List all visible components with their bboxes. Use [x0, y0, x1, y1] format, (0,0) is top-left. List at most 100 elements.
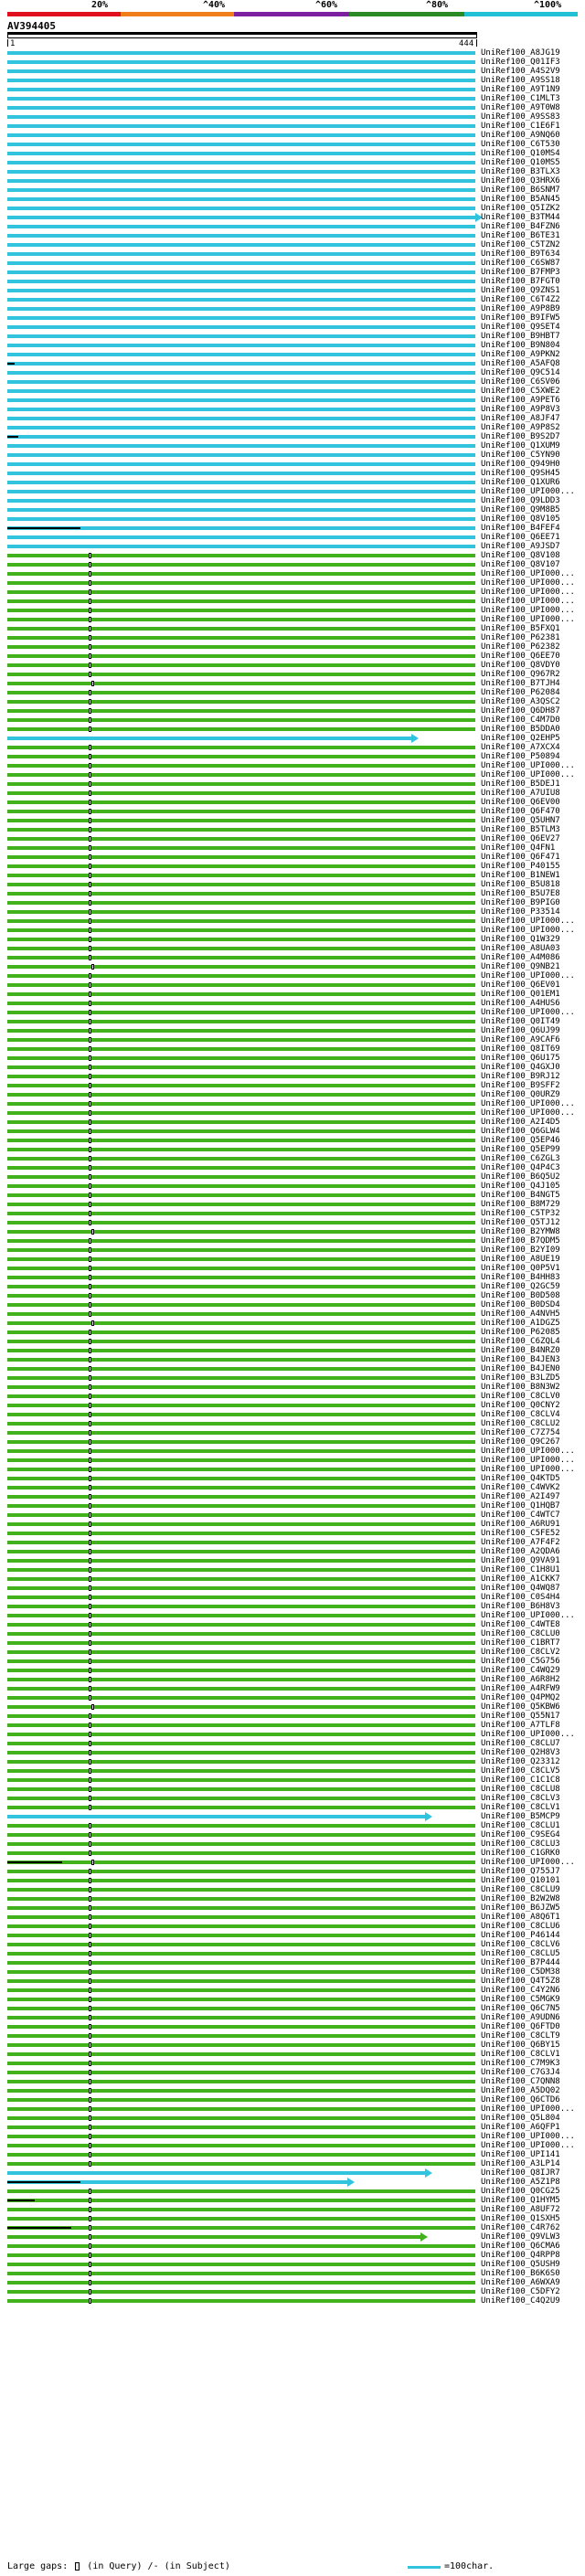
hit-alignment-bar[interactable] — [7, 1961, 475, 1965]
hit-alignment-bar[interactable] — [7, 1659, 475, 1663]
hit-alignment-bar[interactable] — [7, 270, 475, 274]
hit-alignment-bar[interactable] — [7, 1614, 475, 1617]
hit-alignment-bar[interactable] — [7, 2135, 475, 2138]
hit-label-link[interactable]: UniRef100_Q6CTD6 — [481, 2095, 560, 2104]
hit-label-link[interactable]: UniRef100_Q9C267 — [481, 1437, 560, 1447]
hit-label-link[interactable]: UniRef100_B1NEW1 — [481, 871, 560, 880]
hit-alignment-bar[interactable] — [7, 919, 475, 923]
hit-alignment-bar[interactable] — [7, 1888, 475, 1892]
hit-alignment-bar[interactable] — [7, 225, 475, 228]
hit-label-link[interactable]: UniRef100_UPI000... — [481, 1108, 575, 1118]
hit-alignment-bar[interactable] — [7, 1285, 475, 1288]
hit-alignment-bar[interactable] — [7, 344, 475, 347]
hit-label-link[interactable]: UniRef100_Q2GC59 — [481, 1282, 560, 1291]
hit-alignment-bar[interactable] — [7, 1897, 475, 1901]
hit-label-link[interactable]: UniRef100_B3LZD5 — [481, 1373, 560, 1383]
hit-label-link[interactable]: UniRef100_C5YN90 — [481, 451, 560, 460]
hit-alignment-bar[interactable] — [7, 1139, 475, 1142]
hit-label-link[interactable]: UniRef100_A9P8S2 — [481, 423, 560, 432]
hit-alignment-bar[interactable] — [7, 1257, 475, 1261]
hit-label-link[interactable]: UniRef100_Q10MS5 — [481, 158, 560, 167]
hit-alignment-bar[interactable] — [7, 1468, 475, 1471]
hit-alignment-bar[interactable] — [7, 1276, 475, 1279]
hit-label-link[interactable]: UniRef100_B0DSD4 — [481, 1300, 560, 1309]
hit-alignment-bar[interactable] — [7, 1568, 475, 1572]
hit-alignment-bar[interactable] — [7, 1979, 475, 1983]
hit-label-link[interactable]: UniRef100_Q6BY15 — [481, 2041, 560, 2050]
hit-alignment-bar[interactable] — [7, 1751, 475, 1754]
hit-label-link[interactable]: UniRef100_B9PIG0 — [481, 898, 560, 907]
hit-label-link[interactable]: UniRef100_A7XCX4 — [481, 743, 560, 752]
hit-label-link[interactable]: UniRef100_Q6DH87 — [481, 706, 560, 716]
hit-label-link[interactable]: UniRef100_C7G3J4 — [481, 2068, 560, 2077]
hit-label-link[interactable]: UniRef100_Q4P4C3 — [481, 1163, 560, 1172]
hit-alignment-bar[interactable] — [7, 179, 475, 183]
hit-label-link[interactable]: UniRef100_A8Q6T1 — [481, 1913, 560, 1922]
hit-label-link[interactable]: UniRef100_Q1XUM9 — [481, 441, 560, 451]
hit-label-link[interactable]: UniRef100_B4FEF4 — [481, 524, 560, 533]
hit-label-link[interactable]: UniRef100_UPI000... — [481, 971, 575, 981]
hit-label-link[interactable]: UniRef100_A9P8B9 — [481, 304, 560, 313]
hit-label-link[interactable]: UniRef100_Q6C7N5 — [481, 2004, 560, 2013]
hit-label-link[interactable]: UniRef100_C5XWE2 — [481, 387, 560, 396]
hit-alignment-bar[interactable] — [7, 928, 475, 932]
hit-label-link[interactable]: UniRef100_C4WTE8 — [481, 1620, 560, 1629]
hit-label-link[interactable]: UniRef100_A9SS18 — [481, 76, 560, 85]
hit-alignment-bar[interactable] — [7, 88, 475, 91]
hit-label-link[interactable]: UniRef100_C1GRK0 — [481, 1849, 560, 1858]
hit-label-link[interactable]: UniRef100_UPI000... — [481, 1456, 575, 1465]
hit-alignment-bar[interactable] — [7, 791, 475, 795]
hit-alignment-bar[interactable] — [7, 1120, 475, 1124]
hit-alignment-bar[interactable] — [7, 691, 475, 694]
hit-label-link[interactable]: UniRef100_A8JG19 — [481, 48, 560, 58]
hit-alignment-bar[interactable] — [7, 2272, 475, 2275]
hit-alignment-bar[interactable] — [7, 1641, 475, 1645]
hit-label-link[interactable]: UniRef100_Q9VA91 — [481, 1556, 560, 1565]
hit-label-link[interactable]: UniRef100_B0D508 — [481, 1291, 560, 1300]
hit-alignment-bar[interactable] — [7, 727, 475, 731]
hit-label-link[interactable]: UniRef100_A2I497 — [481, 1492, 560, 1501]
hit-label-link[interactable]: UniRef100_A9JSD7 — [481, 542, 560, 551]
hit-alignment-bar[interactable] — [7, 2116, 475, 2120]
hit-label-link[interactable]: UniRef100_A9CAF6 — [481, 1035, 560, 1044]
hit-alignment-bar[interactable] — [7, 426, 475, 429]
hit-alignment-bar[interactable] — [7, 846, 475, 850]
hit-alignment-bar[interactable] — [7, 97, 475, 101]
hit-label-link[interactable]: UniRef100_UPI000... — [481, 597, 575, 606]
hit-alignment-bar[interactable] — [7, 1924, 475, 1928]
hit-label-link[interactable]: UniRef100_Q8IJR7 — [481, 2168, 560, 2178]
hit-label-link[interactable]: UniRef100_C8CLU1 — [481, 1821, 560, 1830]
hit-label-link[interactable]: UniRef100_Q23312 — [481, 1757, 560, 1766]
hit-label-link[interactable]: UniRef100_C8CLV3 — [481, 1794, 560, 1803]
hit-label-link[interactable]: UniRef100_Q6F470 — [481, 807, 560, 816]
hit-alignment-bar[interactable] — [7, 1440, 475, 1444]
hit-alignment-bar[interactable] — [7, 1486, 475, 1489]
hit-alignment-bar[interactable] — [7, 444, 475, 448]
hit-alignment-bar[interactable] — [7, 1522, 475, 1526]
hit-alignment-bar[interactable] — [7, 2171, 425, 2175]
hit-label-link[interactable]: UniRef100_UPI000... — [481, 1611, 575, 1620]
hit-alignment-bar[interactable] — [7, 280, 475, 283]
hit-alignment-bar[interactable] — [7, 398, 475, 402]
hit-label-link[interactable]: UniRef100_C8CLU3 — [481, 1839, 560, 1849]
hit-alignment-bar[interactable] — [7, 1294, 475, 1298]
hit-label-link[interactable]: UniRef100_C5TP32 — [481, 1209, 560, 1218]
hit-alignment-bar[interactable] — [7, 1422, 475, 1426]
hit-alignment-bar[interactable] — [7, 2299, 475, 2303]
hit-label-link[interactable]: UniRef100_P33514 — [481, 907, 560, 917]
hit-label-link[interactable]: UniRef100_C8CLV1 — [481, 1803, 560, 1812]
hit-label-link[interactable]: UniRef100_Q8V107 — [481, 560, 560, 569]
hit-alignment-bar[interactable] — [7, 1595, 475, 1599]
hit-alignment-bar[interactable] — [7, 700, 475, 704]
hit-alignment-bar[interactable] — [7, 289, 475, 292]
hit-alignment-bar[interactable] — [7, 1111, 475, 1115]
hit-alignment-bar[interactable] — [7, 2208, 475, 2211]
hit-label-link[interactable]: UniRef100_C6SV06 — [481, 377, 560, 387]
hit-label-link[interactable]: UniRef100_B9SFF2 — [481, 1081, 560, 1090]
hit-label-link[interactable]: UniRef100_UPI000... — [481, 569, 575, 578]
hit-alignment-bar[interactable] — [7, 1778, 475, 1782]
hit-alignment-bar[interactable] — [7, 2034, 475, 2038]
hit-label-link[interactable]: UniRef100_B4FZN6 — [481, 222, 560, 231]
hit-label-link[interactable]: UniRef100_UPI000... — [481, 606, 575, 615]
hit-label-link[interactable]: UniRef100_A4S2V9 — [481, 67, 560, 76]
